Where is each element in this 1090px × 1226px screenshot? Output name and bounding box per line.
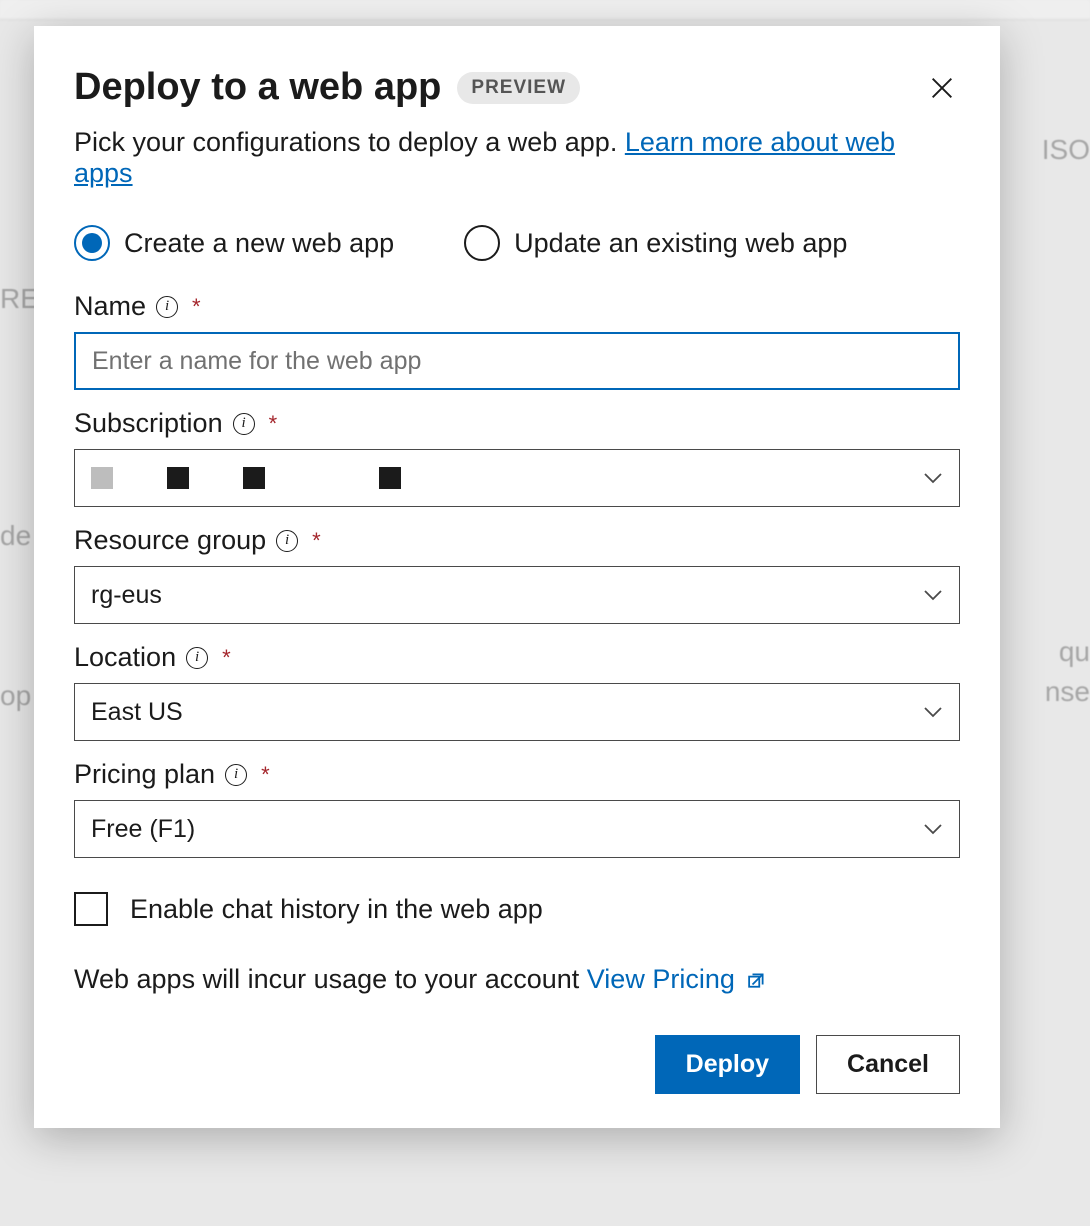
dialog-header: Deploy to a web app PREVIEW — [74, 66, 960, 109]
location-label: Location — [74, 642, 176, 673]
required-mark: * — [312, 528, 321, 554]
field-resource-group: Resource group i * rg-eus — [74, 525, 960, 624]
required-mark: * — [269, 411, 278, 437]
required-mark: * — [261, 762, 270, 788]
field-location: Location i * East US — [74, 642, 960, 741]
deploy-mode-radiogroup: Create a new web app Update an existing … — [74, 225, 960, 261]
pricing-note: Web apps will incur usage to your accoun… — [74, 964, 960, 995]
chevron-down-icon — [923, 472, 943, 484]
chevron-down-icon — [923, 706, 943, 718]
info-icon[interactable]: i — [156, 296, 178, 318]
radio-icon — [464, 225, 500, 261]
radio-update-existing[interactable]: Update an existing web app — [464, 225, 847, 261]
bg-frag: de — [0, 520, 31, 552]
bg-frag: op — [0, 680, 31, 712]
close-button[interactable] — [924, 70, 960, 109]
resource-group-label: Resource group — [74, 525, 266, 556]
subscription-label: Subscription — [74, 408, 223, 439]
chat-history-checkbox[interactable] — [74, 892, 108, 926]
chat-history-label: Enable chat history in the web app — [130, 894, 543, 925]
pricing-plan-label: Pricing plan — [74, 759, 215, 790]
resource-group-value: rg-eus — [91, 581, 162, 610]
deploy-button[interactable]: Deploy — [655, 1035, 800, 1094]
cancel-button[interactable]: Cancel — [816, 1035, 960, 1094]
radio-create-new[interactable]: Create a new web app — [74, 225, 394, 261]
title-row: Deploy to a web app PREVIEW — [74, 66, 580, 109]
field-name: Name i * — [74, 291, 960, 390]
radio-label: Create a new web app — [124, 228, 394, 259]
preview-badge: PREVIEW — [457, 72, 580, 104]
chevron-down-icon — [923, 589, 943, 601]
info-icon[interactable]: i — [225, 764, 247, 786]
chat-history-row: Enable chat history in the web app — [74, 892, 960, 926]
location-select[interactable]: East US — [74, 683, 960, 741]
field-subscription: Subscription i * — [74, 408, 960, 507]
deploy-dialog: Deploy to a web app PREVIEW Pick your co… — [34, 26, 1000, 1128]
name-input[interactable] — [74, 332, 960, 390]
dialog-subtitle: Pick your configurations to deploy a web… — [74, 127, 960, 189]
subscription-select[interactable] — [74, 449, 960, 507]
radio-label: Update an existing web app — [514, 228, 847, 259]
view-pricing-link[interactable]: View Pricing — [587, 964, 767, 994]
bg-frag: nse — [1045, 676, 1090, 708]
info-icon[interactable]: i — [276, 530, 298, 552]
name-label: Name — [74, 291, 146, 322]
pricing-plan-value: Free (F1) — [91, 815, 195, 844]
dialog-title: Deploy to a web app — [74, 66, 441, 109]
subtitle-text: Pick your configurations to deploy a web… — [74, 127, 625, 157]
close-icon — [928, 74, 956, 102]
dialog-buttons: Deploy Cancel — [74, 1035, 960, 1094]
bg-frag: qu — [1059, 636, 1090, 668]
required-mark: * — [222, 645, 231, 671]
background-toolbar — [0, 0, 1090, 20]
pricing-note-text: Web apps will incur usage to your accoun… — [74, 964, 587, 994]
field-pricing-plan: Pricing plan i * Free (F1) — [74, 759, 960, 858]
info-icon[interactable]: i — [186, 647, 208, 669]
info-icon[interactable]: i — [233, 413, 255, 435]
required-mark: * — [192, 294, 201, 320]
redacted-value — [91, 467, 401, 489]
location-value: East US — [91, 698, 183, 727]
bg-frag: ISO — [1042, 134, 1090, 166]
radio-icon — [74, 225, 110, 261]
pricing-plan-select[interactable]: Free (F1) — [74, 800, 960, 858]
external-link-icon — [748, 971, 766, 989]
resource-group-select[interactable]: rg-eus — [74, 566, 960, 624]
chevron-down-icon — [923, 823, 943, 835]
